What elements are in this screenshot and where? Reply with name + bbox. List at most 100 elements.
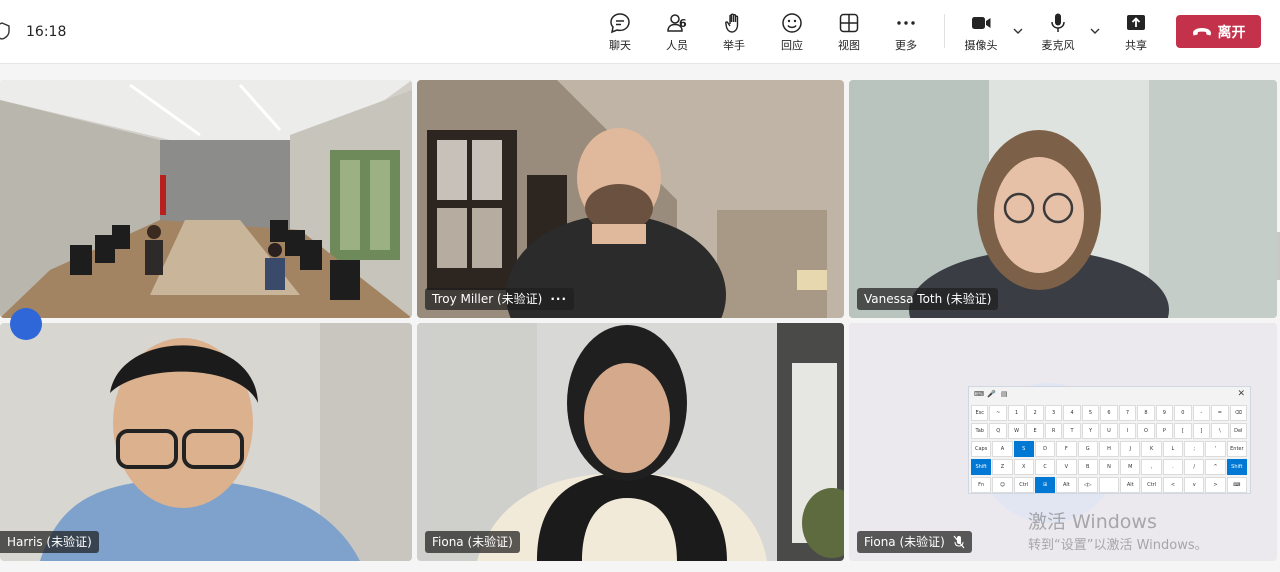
keyboard-key[interactable]: 7 — [1118, 405, 1137, 421]
keyboard-key[interactable] — [1098, 477, 1120, 493]
camera-options-chevron-down-icon[interactable] — [1011, 24, 1025, 38]
keyboard-key[interactable]: Tab — [971, 423, 989, 439]
keyboard-key[interactable]: X — [1013, 459, 1034, 475]
keyboard-key[interactable]: Caps — [971, 441, 992, 457]
keyboard-key[interactable]: B — [1077, 459, 1098, 475]
keyboard-key[interactable]: W — [1007, 423, 1026, 439]
keyboard-key[interactable]: ' — [1205, 441, 1226, 457]
keyboard-key[interactable]: E — [1026, 423, 1044, 439]
keyboard-key[interactable]: 1 — [1007, 405, 1026, 421]
keyboard-key[interactable]: ◁▷ — [1077, 477, 1098, 493]
on-screen-keyboard[interactable]: ⌨ 🎤 ▤ ✕ Esc ~1 2 3 4 5 6 7 8 9 0- = ⌫ Tab Q W E R T Y U I O P[]… — [968, 386, 1251, 494]
keyboard-key[interactable]: Shift — [1226, 459, 1247, 475]
keyboard-key[interactable]: Z — [992, 459, 1013, 475]
keyboard-key[interactable]: Enter — [1226, 441, 1247, 457]
keyboard-key[interactable]: Del — [1229, 423, 1247, 439]
keyboard-key[interactable]: 5 — [1081, 405, 1100, 421]
keyboard-key[interactable]: 9 — [1155, 405, 1174, 421]
mic-options-chevron-down-icon[interactable] — [1088, 24, 1102, 38]
keyboard-key[interactable]: < — [1162, 477, 1184, 493]
keyboard-key[interactable]: J — [1120, 441, 1141, 457]
meeting-time: 16:18 — [26, 24, 67, 40]
keyboard-key[interactable]: M — [1120, 459, 1141, 475]
keyboard-clipboard-icon[interactable]: ▤ — [1001, 390, 1008, 398]
keyboard-key[interactable]: 4 — [1063, 405, 1081, 421]
keyboard-key[interactable]: ⌨ — [1226, 477, 1247, 493]
keyboard-key[interactable]: C — [1034, 459, 1056, 475]
keyboard-key[interactable]: - — [1192, 405, 1211, 421]
keyboard-key[interactable]: O — [1137, 423, 1155, 439]
keyboard-key[interactable]: G — [1077, 441, 1098, 457]
video-tile-harris[interactable]: Harris (未验证) — [0, 323, 412, 561]
leave-button[interactable]: 离开 — [1176, 15, 1261, 48]
keyboard-key[interactable]: 3 — [1044, 405, 1063, 421]
raise-hand-button[interactable]: 举手 — [708, 10, 760, 58]
keyboard-key[interactable]: P — [1155, 423, 1174, 439]
raise-hand-icon — [725, 13, 739, 33]
keyboard-key[interactable]: 0 — [1174, 405, 1192, 421]
keyboard-key[interactable]: ~ — [989, 405, 1007, 421]
video-tile-troy-miller[interactable]: Troy Miller (未验证) ··· — [417, 80, 844, 318]
keyboard-settings-icon[interactable]: ⌨ — [974, 390, 984, 398]
view-button[interactable]: 视图 — [823, 10, 875, 58]
participant-name-harris: Harris (未验证) — [0, 531, 99, 553]
keyboard-key[interactable]: I — [1118, 423, 1137, 439]
keyboard-key[interactable]: Ctrl — [1013, 477, 1034, 493]
keyboard-key[interactable]: R — [1044, 423, 1063, 439]
keyboard-key[interactable]: N — [1098, 459, 1120, 475]
keyboard-close-icon[interactable]: ✕ — [1237, 389, 1245, 399]
keyboard-key[interactable]: 6 — [1100, 405, 1118, 421]
keyboard-key[interactable]: \ — [1211, 423, 1229, 439]
mic-icon — [1051, 13, 1065, 32]
keyboard-title-bar: ⌨ 🎤 ▤ ✕ — [969, 387, 1250, 403]
more-button[interactable]: 更多 — [880, 10, 932, 58]
leave-label: 离开 — [1217, 24, 1246, 41]
participant-more-options[interactable]: ··· — [550, 288, 567, 310]
video-tile-fiona[interactable]: Fiona (未验证) — [417, 323, 844, 561]
keyboard-key[interactable]: H — [1098, 441, 1120, 457]
keyboard-key[interactable]: 8 — [1137, 405, 1155, 421]
keyboard-key[interactable]: K — [1141, 441, 1162, 457]
keyboard-key[interactable]: 2 — [1026, 405, 1044, 421]
keyboard-key[interactable]: Shift — [971, 459, 992, 475]
keyboard-key[interactable]: Y — [1081, 423, 1100, 439]
keyboard-key[interactable]: ^ — [1205, 459, 1226, 475]
keyboard-key[interactable]: , — [1141, 459, 1162, 475]
keyboard-key[interactable]: [ — [1174, 423, 1192, 439]
keyboard-key[interactable]: = — [1211, 405, 1229, 421]
keyboard-key[interactable]: Alt — [1056, 477, 1077, 493]
camera-label: 摄像头 — [964, 39, 998, 52]
keyboard-key[interactable]: > — [1205, 477, 1226, 493]
keyboard-key[interactable]: Alt — [1120, 477, 1141, 493]
keyboard-key[interactable]: Esc — [971, 405, 989, 421]
camera-button[interactable]: 摄像头 — [955, 10, 1007, 58]
keyboard-key[interactable]: ⊞ — [1034, 477, 1056, 493]
keyboard-mic-icon[interactable]: 🎤 — [987, 390, 996, 398]
react-button[interactable]: 回应 — [766, 10, 818, 58]
keyboard-key[interactable]: ] — [1192, 423, 1211, 439]
keyboard-key[interactable]: A — [992, 441, 1013, 457]
keyboard-key[interactable]: S — [1013, 441, 1034, 457]
video-tile-cz[interactable]: cz — [0, 80, 412, 318]
keyboard-key[interactable]: v — [1184, 477, 1205, 493]
chat-button[interactable]: 聊天 — [594, 10, 646, 58]
keyboard-key[interactable]: Q — [989, 423, 1007, 439]
keyboard-key[interactable]: / — [1184, 459, 1205, 475]
people-button[interactable]: 6 人员 — [651, 10, 703, 58]
video-tile-vanessa-toth[interactable]: Vanessa Toth (未验证) — [849, 80, 1277, 318]
keyboard-key[interactable]: V — [1056, 459, 1077, 475]
share-button[interactable]: 共享 — [1110, 10, 1162, 58]
keyboard-key[interactable]: L — [1162, 441, 1184, 457]
keyboard-key[interactable]: U — [1100, 423, 1118, 439]
keyboard-key[interactable]: ☺ — [992, 477, 1013, 493]
keyboard-key[interactable]: Fn — [971, 477, 992, 493]
mic-button[interactable]: 麦克风 — [1032, 10, 1084, 58]
vanessa-toth-video — [849, 80, 1277, 318]
keyboard-key[interactable]: ; — [1184, 441, 1205, 457]
keyboard-key[interactable]: T — [1063, 423, 1081, 439]
keyboard-key[interactable]: . — [1162, 459, 1184, 475]
keyboard-key[interactable]: ⌫ — [1229, 405, 1247, 421]
keyboard-key[interactable]: D — [1034, 441, 1056, 457]
keyboard-key[interactable]: F — [1056, 441, 1077, 457]
keyboard-key[interactable]: Ctrl — [1141, 477, 1162, 493]
